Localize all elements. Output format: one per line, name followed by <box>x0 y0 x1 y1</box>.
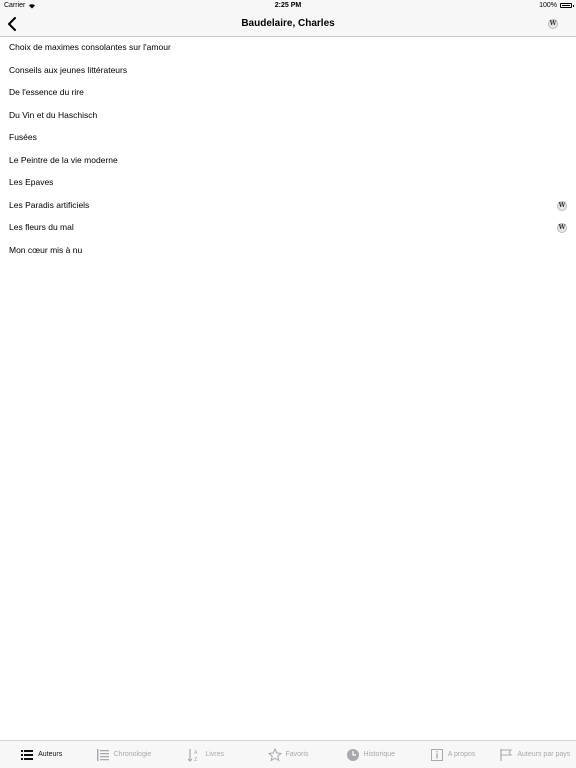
tab-label: Auteurs par pays <box>517 751 571 758</box>
tab-auteurs-par-pays[interactable]: Auteurs par pays <box>494 741 576 768</box>
svg-text:A: A <box>194 750 198 756</box>
list-item[interactable]: Les fleurs du mal W <box>0 217 576 240</box>
tab-label: A propos <box>447 751 476 758</box>
list-item[interactable]: Le Peintre de la vie moderne <box>0 150 576 173</box>
tab-bar: Auteurs Chronologie A Z Livres Favoris H… <box>0 740 576 768</box>
book-title: Du Vin et du Haschisch <box>9 109 98 120</box>
list-item[interactable]: Les Paradis artificiels W <box>0 195 576 218</box>
list-item[interactable]: Mon cœur mis à nu <box>0 240 576 263</box>
book-title: Choix de maximes consolantes sur l'amour <box>9 42 171 52</box>
book-title: De l'essence du rire <box>9 87 84 97</box>
status-right: 100% <box>539 2 574 9</box>
list-icon <box>21 749 34 760</box>
tab-label: Favoris <box>285 751 309 758</box>
list-item[interactable]: Choix de maximes consolantes sur l'amour <box>0 37 576 60</box>
tab-label: Auteurs <box>38 751 63 758</box>
battery-percentage: 100% <box>539 2 557 9</box>
book-title: Les Paradis artificiels <box>9 199 90 210</box>
battery-icon <box>560 3 574 8</box>
flag-icon <box>500 748 513 761</box>
page-title: Baudelaire, Charles <box>241 18 335 29</box>
tab-a-propos[interactable]: A propos <box>411 741 493 768</box>
list-item[interactable]: Conseils aux jeunes littérateurs <box>0 60 576 83</box>
book-list: Choix de maximes consolantes sur l'amour… <box>0 37 576 262</box>
book-title: Fusées <box>9 132 37 142</box>
star-icon <box>267 747 282 762</box>
tab-favoris[interactable]: Favoris <box>247 741 329 768</box>
wikipedia-icon[interactable]: W <box>557 200 567 211</box>
book-title: Les Epaves <box>9 177 54 187</box>
list-item[interactable]: De l'essence du rire <box>0 82 576 105</box>
book-title: Conseils aux jeunes littérateurs <box>9 64 128 75</box>
list-item[interactable]: Du Vin et du Haschisch <box>0 105 576 128</box>
list-item[interactable]: Les Epaves <box>0 172 576 195</box>
tab-livres[interactable]: A Z Livres <box>165 741 247 768</box>
book-title: Les fleurs du mal <box>9 222 74 232</box>
book-title: Mon cœur mis à nu <box>9 244 83 255</box>
tab-label: Livres <box>205 751 225 758</box>
wikipedia-icon[interactable]: W <box>548 19 558 29</box>
wikipedia-icon[interactable]: W <box>557 223 567 233</box>
tab-chronologie[interactable]: Chronologie <box>82 741 164 768</box>
sort-az-icon: A Z <box>187 748 198 762</box>
status-time: 2:25 PM <box>274 2 302 9</box>
tab-label: Historique <box>363 751 396 758</box>
navigation-bar: Baudelaire, Charles W <box>0 12 576 37</box>
svg-text:Z: Z <box>194 757 198 762</box>
tab-label: Chronologie <box>113 751 152 758</box>
book-title: Le Peintre de la vie moderne <box>9 154 118 165</box>
status-bar: Carrier 2:25 PM 100% <box>0 0 576 12</box>
info-icon <box>430 748 443 761</box>
tab-historique[interactable]: Historique <box>329 741 411 768</box>
timeline-list-icon <box>96 748 109 761</box>
list-item[interactable]: Fusées <box>0 127 576 150</box>
tab-auteurs[interactable]: Auteurs <box>0 741 82 768</box>
clock-icon <box>346 748 359 761</box>
